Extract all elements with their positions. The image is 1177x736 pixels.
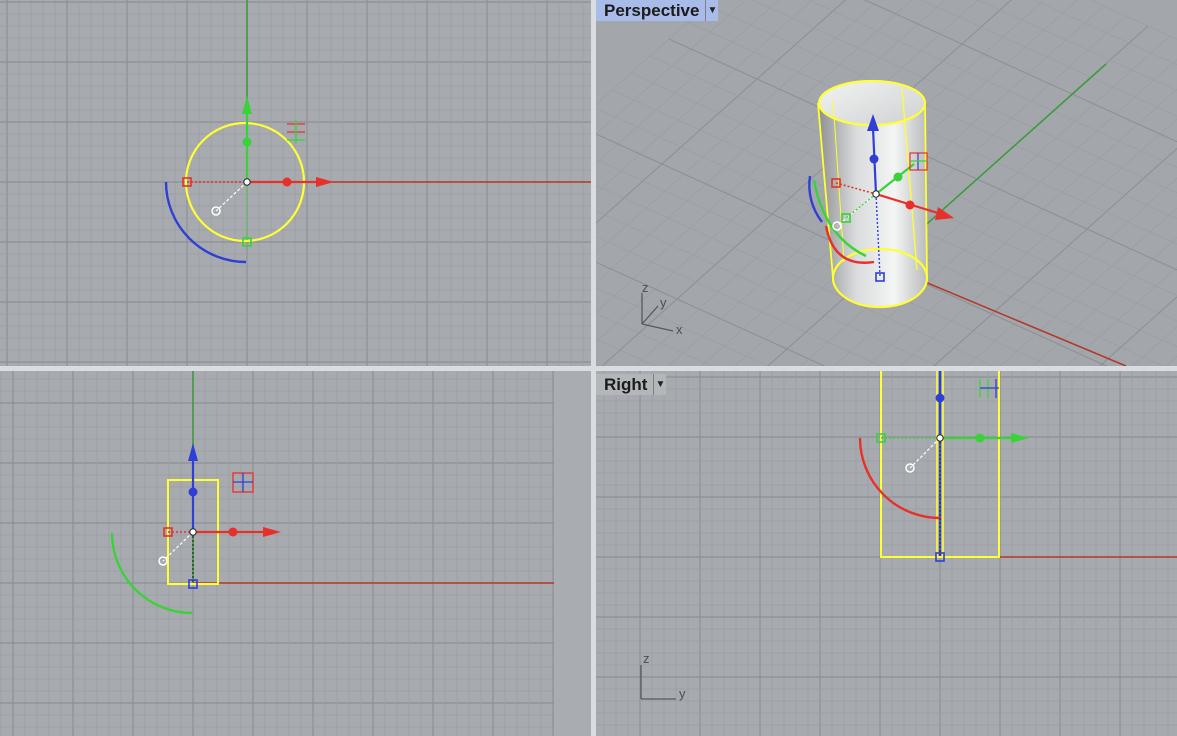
gumball-y-arrow-icon[interactable] xyxy=(1011,433,1029,443)
viewport-title-tab[interactable]: Right ▼ xyxy=(596,374,667,395)
gumball-z-scale-dot[interactable] xyxy=(935,393,945,403)
gumball-y-arrow-icon[interactable] xyxy=(242,96,252,114)
grid xyxy=(596,371,1177,736)
gumball-center[interactable] xyxy=(243,178,251,186)
axis-label-y: y xyxy=(660,295,667,310)
axis-label-y: y xyxy=(679,686,686,701)
gumball-x-scale-dot[interactable] xyxy=(282,177,292,187)
caret-down-icon[interactable]: ▼ xyxy=(705,0,718,21)
gumball-y-scale-dot[interactable] xyxy=(975,433,985,443)
viewport-right[interactable]: z y Right ▼ xyxy=(596,371,1177,736)
gumball-dashed-guide xyxy=(215,181,248,212)
gumball-center[interactable] xyxy=(936,434,944,442)
gumball-x-scale-dot[interactable] xyxy=(228,527,238,537)
gumball-x-scale-dot[interactable] xyxy=(905,200,915,210)
right-canvas[interactable]: z y xyxy=(596,371,1177,736)
axis-label-x: x xyxy=(676,322,683,337)
viewport-title-label[interactable]: Right xyxy=(596,374,653,395)
viewport-margin xyxy=(554,371,591,736)
gumball-z-scale-dot[interactable] xyxy=(188,487,198,497)
gumball-z-scale-dot[interactable] xyxy=(869,154,879,164)
caret-down-icon[interactable]: ▼ xyxy=(653,374,666,395)
gumball-y-scale-dot[interactable] xyxy=(893,172,903,182)
viewport-front[interactable] xyxy=(0,371,591,736)
world-axes-icon: z y xyxy=(640,651,686,701)
gumball-y-scale-dot[interactable] xyxy=(242,137,252,147)
viewport-perspective[interactable]: z y x Perspective ▼ xyxy=(596,0,1177,366)
gumball-dashed-guide xyxy=(909,437,941,469)
perspective-canvas[interactable]: z y x xyxy=(596,0,1177,366)
front-canvas[interactable] xyxy=(0,371,591,736)
top-canvas[interactable] xyxy=(0,0,591,366)
viewport-title-tab[interactable]: Perspective ▼ xyxy=(596,0,719,21)
gumball-center[interactable] xyxy=(872,190,880,198)
axis-label-z: z xyxy=(643,651,650,666)
viewport-top[interactable] xyxy=(0,0,591,366)
gumball-menu-icon[interactable] xyxy=(979,379,999,398)
gumball-center[interactable] xyxy=(189,528,197,536)
axis-label-z: z xyxy=(642,280,649,295)
gumball-menu-icon[interactable] xyxy=(287,120,305,143)
viewport-title-label[interactable]: Perspective xyxy=(596,0,705,21)
